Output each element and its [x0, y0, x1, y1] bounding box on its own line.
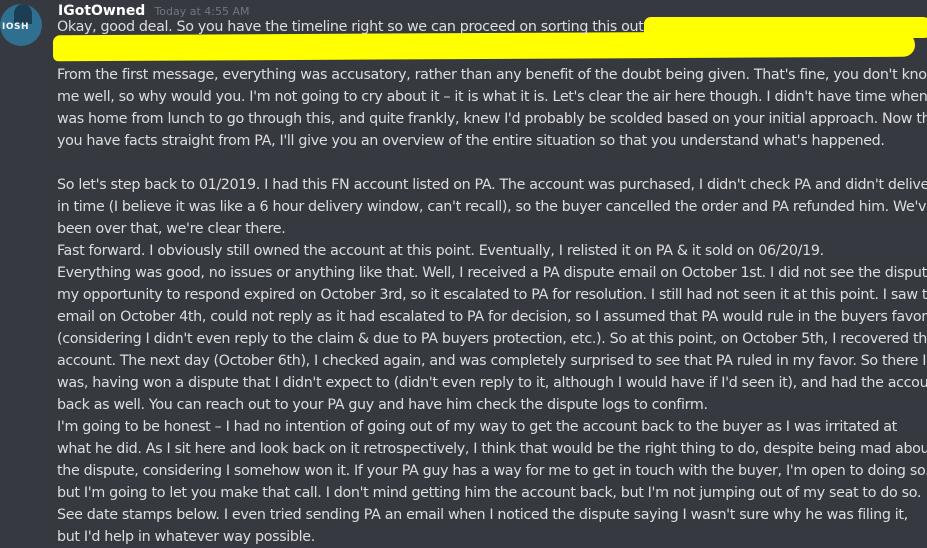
message-line-text: what he did. As I sit here and look back…: [57, 441, 927, 457]
message-line: email on October 4th, could not reply as…: [57, 306, 927, 328]
message-line-text: the dispute, considering I somehow won i…: [57, 463, 927, 479]
message-line-text: me well, so why would you. I'm not going…: [57, 89, 927, 105]
message-line: me well, so why would you. I'm not going…: [57, 86, 927, 108]
message-line-text: but I'd help in whatever way possible.: [57, 529, 315, 545]
message-line-text: From the first message, everything was a…: [57, 67, 927, 83]
message-line: Okay, good deal. So you have the timelin…: [57, 16, 927, 38]
message-line: (considering I didn't even reply to the …: [57, 328, 927, 350]
avatar-figure: [14, 4, 32, 24]
message-line-text: been over that, we're clear there.: [57, 221, 286, 237]
message-line: back as well. You can reach out to your …: [57, 394, 923, 416]
message-line-text: but I'm going to let you make that call.…: [57, 485, 922, 501]
message-line: in time (I believe it was like a 6 hour …: [57, 196, 927, 218]
message-line-text: Everything was good, no issues or anythi…: [57, 265, 927, 281]
message-line: Everything was good, no issues or anythi…: [57, 262, 927, 284]
message-line: Fast forward. I obviously still owned th…: [57, 240, 923, 262]
message-line-text: email on October 4th, could not reply as…: [57, 309, 927, 325]
message-line: been over that, we're clear there.: [57, 218, 923, 240]
message-line-text: (considering I didn't even reply to the …: [57, 331, 927, 347]
message-line-text: So let's step back to 01/2019. I had thi…: [57, 177, 927, 193]
message-line: but I'd help in whatever way possible.: [57, 526, 923, 548]
message-line-text: I'm going to be honest – I had no intent…: [57, 419, 897, 435]
message-line: was, having won a dispute that I didn't …: [57, 372, 927, 394]
message-line-text: was home from lunch to go through this, …: [57, 111, 927, 127]
message-line: you have facts straight from PA, I'll gi…: [57, 130, 923, 152]
avatar[interactable]: IOSH: [0, 4, 42, 46]
message-line: but I'm going to let you make that call.…: [57, 482, 923, 504]
message-line: See date stamps below. I even tried send…: [57, 504, 923, 526]
message-line-text: in time (I believe it was like a 6 hour …: [57, 199, 927, 215]
message-line: the dispute, considering I somehow won i…: [57, 460, 927, 482]
message-line-text: back as well. You can reach out to your …: [57, 397, 708, 413]
message-line: was home from lunch to go through this, …: [57, 108, 927, 130]
message-line-text: my opportunity to respond expired on Oct…: [57, 287, 927, 303]
message-line: my opportunity to respond expired on Oct…: [57, 284, 927, 306]
message-line: From the first message, everything was a…: [57, 64, 927, 86]
message-line-text: you have facts straight from PA, I'll gi…: [57, 133, 885, 149]
redaction-highlight-inline: [643, 16, 927, 38]
message-line-text: Fast forward. I obviously still owned th…: [57, 243, 824, 259]
message-line-text: See date stamps below. I even tried send…: [57, 507, 908, 523]
message-line: account. The next day (October 6th), I c…: [57, 350, 927, 372]
message-line-text: was, having won a dispute that I didn't …: [57, 375, 927, 391]
message-line: So let's step back to 01/2019. I had thi…: [57, 174, 927, 196]
avatar-text: IOSH: [2, 22, 30, 32]
message-line-text: Okay, good deal. So you have the timelin…: [57, 19, 648, 35]
message-line-text: account. The next day (October 6th), I c…: [57, 353, 927, 369]
message-line: what he did. As I sit here and look back…: [57, 438, 927, 460]
message-line: I'm going to be honest – I had no intent…: [57, 416, 923, 438]
